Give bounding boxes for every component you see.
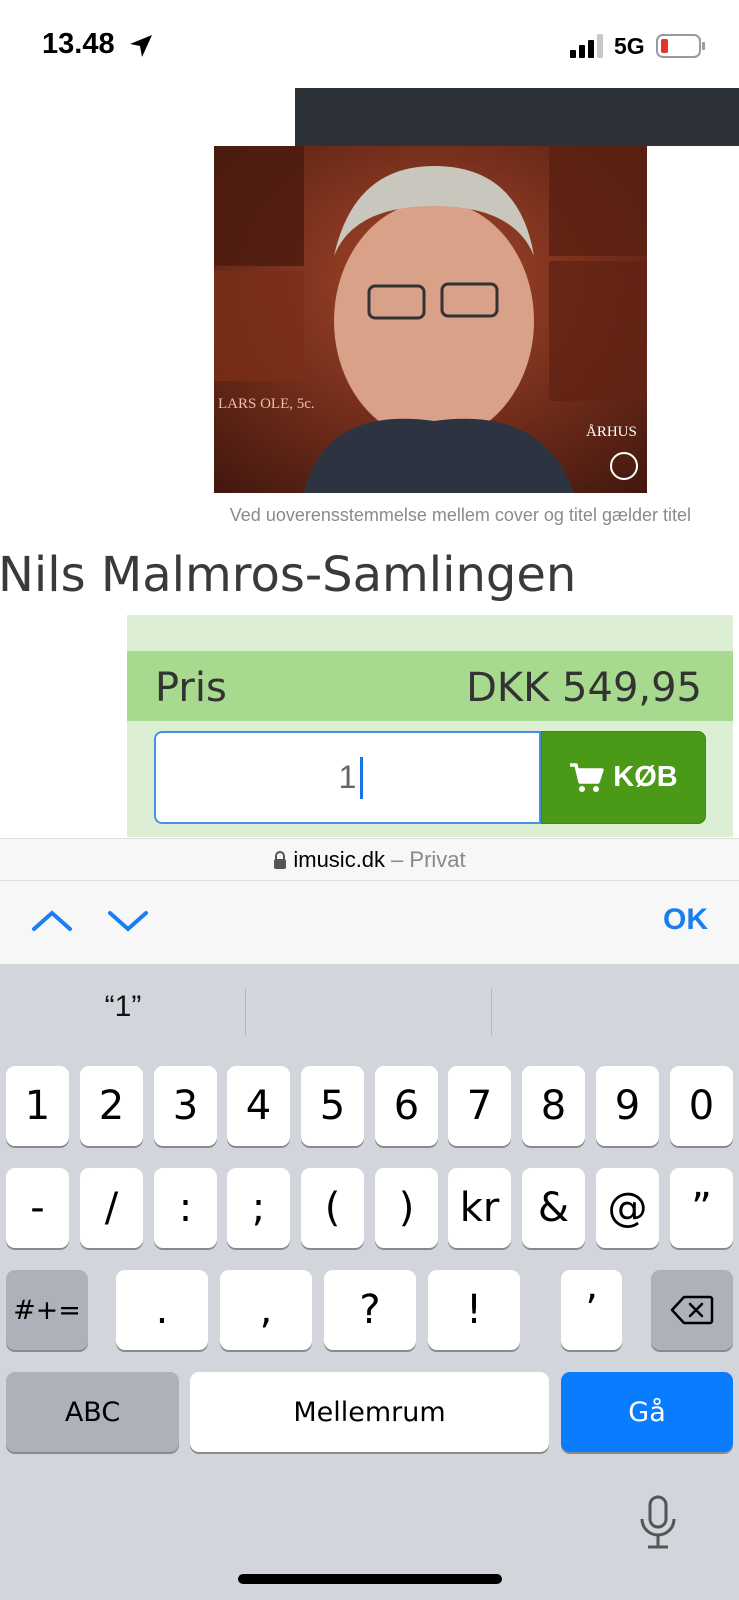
suggestion-divider <box>491 988 492 1036</box>
symbol-key[interactable]: @ <box>596 1168 659 1248</box>
product-cover-image: LARS OLE, 5c. ÅRHUS <box>214 146 647 493</box>
digit-key[interactable]: 7 <box>448 1066 511 1146</box>
symbol-key[interactable]: ; <box>227 1168 290 1248</box>
punctuation-key[interactable]: ? <box>324 1270 416 1350</box>
location-arrow-icon <box>130 35 152 57</box>
punctuation-key[interactable]: , <box>220 1270 312 1350</box>
lock-icon <box>274 850 287 869</box>
network-label: 5G <box>614 33 645 59</box>
quantity-input[interactable] <box>154 731 541 824</box>
price-value: DKK 549,95 <box>466 665 702 711</box>
backspace-icon <box>670 1295 714 1325</box>
product-title: Nils Malmros-Samlingen <box>0 547 577 603</box>
space-key[interactable]: Mellemrum <box>190 1372 549 1452</box>
digit-key[interactable]: 1 <box>6 1066 69 1146</box>
ok-button[interactable]: OK <box>663 903 708 937</box>
url-domain: imusic.dk <box>293 846 386 872</box>
buy-label: KØB <box>613 761 678 793</box>
digit-key[interactable]: 8 <box>522 1066 585 1146</box>
digit-key[interactable]: 2 <box>80 1066 143 1146</box>
buy-button[interactable]: KØB <box>541 731 706 824</box>
text-caret <box>360 757 363 799</box>
abc-key[interactable]: ABC <box>6 1372 179 1452</box>
previous-field-icon[interactable] <box>30 905 74 935</box>
svg-text:LARS OLE, 5c.: LARS OLE, 5c. <box>218 396 315 412</box>
digit-key[interactable]: 4 <box>227 1066 290 1146</box>
url-bar[interactable]: imusic.dk – Privat <box>0 838 739 880</box>
symbol-key[interactable]: & <box>522 1168 585 1248</box>
punctuation-key[interactable]: ’ <box>561 1270 622 1350</box>
digit-key[interactable]: 9 <box>596 1066 659 1146</box>
battery-icon <box>656 34 705 58</box>
keyboard-suggestion[interactable]: “1” <box>0 990 246 1036</box>
home-indicator <box>238 1574 502 1584</box>
delete-key[interactable] <box>651 1270 733 1350</box>
symbol-key[interactable]: / <box>80 1168 143 1248</box>
digit-key[interactable]: 3 <box>154 1066 217 1146</box>
digit-key[interactable]: 0 <box>670 1066 733 1146</box>
digit-key[interactable]: 6 <box>375 1066 438 1146</box>
site-logo[interactable]: imusic <box>0 88 295 146</box>
digit-key[interactable]: 5 <box>301 1066 364 1146</box>
microphone-icon[interactable] <box>638 1495 678 1551</box>
punctuation-key[interactable]: . <box>116 1270 208 1350</box>
cart-icon <box>570 762 605 792</box>
go-key[interactable]: Gå <box>561 1372 733 1452</box>
suggestion-divider <box>245 988 246 1036</box>
svg-text:ÅRHUS: ÅRHUS <box>586 424 637 440</box>
signal-icon <box>570 34 603 58</box>
symbol-key[interactable]: ” <box>670 1168 733 1248</box>
symbol-key[interactable]: : <box>154 1168 217 1248</box>
punctuation-key[interactable]: ! <box>428 1270 520 1350</box>
private-label: – Privat <box>391 846 466 872</box>
symbol-key[interactable]: ) <box>375 1168 438 1248</box>
symbol-key[interactable]: kr <box>448 1168 511 1248</box>
next-field-icon[interactable] <box>106 905 150 935</box>
price-label: Pris <box>155 665 227 711</box>
status-time: 13.48 <box>42 28 115 60</box>
symbol-key[interactable]: - <box>6 1168 69 1248</box>
punctuation-key[interactable]: #+= <box>6 1270 88 1350</box>
symbol-key[interactable]: ( <box>301 1168 364 1248</box>
cover-caption: Ved uoverensstemmelse mellem cover og ti… <box>229 505 691 525</box>
